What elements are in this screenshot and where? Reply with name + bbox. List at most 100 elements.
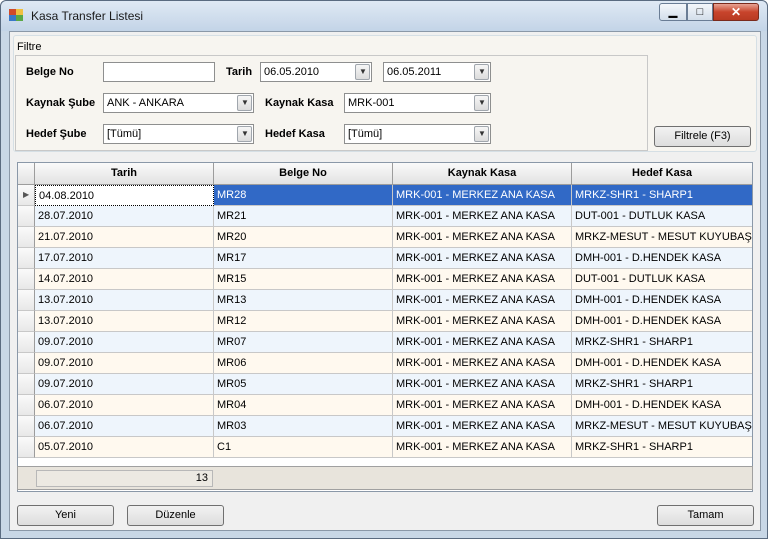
tarih-from-dropdown[interactable]: ▼ xyxy=(355,64,370,80)
column-header-kaynak-kasa[interactable]: Kaynak Kasa xyxy=(393,163,572,185)
table-cell[interactable]: MR07 xyxy=(214,332,393,353)
row-header[interactable] xyxy=(18,374,35,395)
tarih-to-picker[interactable]: 06.05.2011 ▼ xyxy=(383,62,491,82)
kaynak-kasa-dropdown[interactable]: ▼ xyxy=(474,95,489,111)
row-header[interactable] xyxy=(18,227,35,248)
table-cell[interactable]: MRK-001 - MERKEZ ANA KASA xyxy=(393,185,572,206)
column-header-hedef-kasa[interactable]: Hedef Kasa xyxy=(572,163,752,185)
table-row[interactable]: 13.07.2010 MR12 MRK-001 - MERKEZ ANA KASA D… xyxy=(18,311,752,332)
filtrele-button[interactable]: Filtrele (F3) xyxy=(654,126,751,147)
table-cell[interactable]: DMH-001 - D.HENDEK KASA xyxy=(572,353,752,374)
table-cell[interactable]: MRK-001 - MERKEZ ANA KASA xyxy=(393,374,572,395)
tamam-button[interactable]: Tamam xyxy=(657,505,754,526)
row-header[interactable] xyxy=(18,269,35,290)
row-header[interactable]: ▶ xyxy=(18,185,35,206)
table-row[interactable]: 05.07.2010 C1 MRK-001 - MERKEZ ANA KASA MRK… xyxy=(18,437,752,458)
table-cell[interactable]: MRKZ-SHR1 - SHARP1 xyxy=(572,185,752,206)
hedef-kasa-dropdown[interactable]: ▼ xyxy=(474,126,489,142)
maximize-button[interactable]: □ xyxy=(687,3,713,21)
column-header-belge-no[interactable]: Belge No xyxy=(214,163,393,185)
table-cell[interactable]: DMH-001 - D.HENDEK KASA xyxy=(572,395,752,416)
hedef-sube-dropdown[interactable]: ▼ xyxy=(237,126,252,142)
row-header[interactable] xyxy=(18,437,35,458)
yeni-button[interactable]: Yeni xyxy=(17,505,114,526)
table-cell[interactable]: MRKZ-SHR1 - SHARP1 xyxy=(572,332,752,353)
table-cell[interactable]: 17.07.2010 xyxy=(35,248,214,269)
table-cell[interactable]: MR03 xyxy=(214,416,393,437)
table-cell[interactable]: 14.07.2010 xyxy=(35,269,214,290)
table-row[interactable]: 28.07.2010 MR21 MRK-001 - MERKEZ ANA KASA D… xyxy=(18,206,752,227)
table-cell[interactable]: MRKZ-SHR1 - SHARP1 xyxy=(572,374,752,395)
table-cell[interactable]: MRK-001 - MERKEZ ANA KASA xyxy=(393,437,572,458)
close-button[interactable]: ✕ xyxy=(713,3,759,21)
table-cell[interactable]: MRK-001 - MERKEZ ANA KASA xyxy=(393,206,572,227)
table-row[interactable]: 14.07.2010 MR15 MRK-001 - MERKEZ ANA KASA D… xyxy=(18,269,752,290)
minimize-button[interactable]: ▁ xyxy=(659,3,687,21)
table-row[interactable]: 09.07.2010 MR06 MRK-001 - MERKEZ ANA KASA D… xyxy=(18,353,752,374)
table-cell[interactable]: DUT-001 - DUTLUK KASA xyxy=(572,269,752,290)
table-cell[interactable]: MR20 xyxy=(214,227,393,248)
table-cell[interactable]: MRK-001 - MERKEZ ANA KASA xyxy=(393,353,572,374)
column-header-tarih[interactable]: Tarih xyxy=(35,163,214,185)
row-header[interactable] xyxy=(18,416,35,437)
row-header[interactable] xyxy=(18,206,35,227)
table-cell[interactable]: MRK-001 - MERKEZ ANA KASA xyxy=(393,248,572,269)
table-row[interactable]: 21.07.2010 MR20 MRK-001 - MERKEZ ANA KASA M… xyxy=(18,227,752,248)
table-cell[interactable]: DMH-001 - D.HENDEK KASA xyxy=(572,248,752,269)
table-cell[interactable]: 09.07.2010 xyxy=(35,353,214,374)
table-row[interactable]: 06.07.2010 MR03 MRK-001 - MERKEZ ANA KASA M… xyxy=(18,416,752,437)
row-header[interactable] xyxy=(18,395,35,416)
table-cell[interactable]: MRK-001 - MERKEZ ANA KASA xyxy=(393,332,572,353)
table-cell[interactable]: MRK-001 - MERKEZ ANA KASA xyxy=(393,395,572,416)
duzenle-button[interactable]: Düzenle xyxy=(127,505,224,526)
belge-no-input[interactable] xyxy=(103,62,215,82)
table-cell[interactable]: 04.08.2010 xyxy=(35,185,214,206)
kaynak-kasa-select[interactable]: MRK-001 ▼ xyxy=(344,93,491,113)
tarih-from-picker[interactable]: 06.05.2010 ▼ xyxy=(260,62,372,82)
table-row[interactable]: 13.07.2010 MR13 MRK-001 - MERKEZ ANA KASA D… xyxy=(18,290,752,311)
table-row[interactable]: 09.07.2010 MR07 MRK-001 - MERKEZ ANA KASA M… xyxy=(18,332,752,353)
table-cell[interactable]: MRKZ-MESUT - MESUT KUYUBAŞI xyxy=(572,227,752,248)
table-cell[interactable]: MR12 xyxy=(214,311,393,332)
kaynak-sube-dropdown[interactable]: ▼ xyxy=(237,95,252,111)
table-row[interactable]: ▶ 04.08.2010 MR28 MRK-001 - MERKEZ ANA KASA… xyxy=(18,185,752,206)
row-header[interactable] xyxy=(18,332,35,353)
table-cell[interactable]: MRK-001 - MERKEZ ANA KASA xyxy=(393,269,572,290)
table-cell[interactable]: MR05 xyxy=(214,374,393,395)
table-cell[interactable]: 06.07.2010 xyxy=(35,416,214,437)
table-cell[interactable]: MR15 xyxy=(214,269,393,290)
table-cell[interactable]: 21.07.2010 xyxy=(35,227,214,248)
table-cell[interactable]: MR21 xyxy=(214,206,393,227)
table-cell[interactable]: MRK-001 - MERKEZ ANA KASA xyxy=(393,416,572,437)
tarih-to-dropdown[interactable]: ▼ xyxy=(474,64,489,80)
table-cell[interactable]: 06.07.2010 xyxy=(35,395,214,416)
row-header[interactable] xyxy=(18,248,35,269)
table-cell[interactable]: MR06 xyxy=(214,353,393,374)
table-cell[interactable]: 13.07.2010 xyxy=(35,290,214,311)
table-cell[interactable]: MR13 xyxy=(214,290,393,311)
table-cell[interactable]: DUT-001 - DUTLUK KASA xyxy=(572,206,752,227)
table-row[interactable]: 17.07.2010 MR17 MRK-001 - MERKEZ ANA KASA D… xyxy=(18,248,752,269)
table-cell[interactable]: 09.07.2010 xyxy=(35,374,214,395)
table-cell[interactable]: C1 xyxy=(214,437,393,458)
row-header[interactable] xyxy=(18,311,35,332)
table-cell[interactable]: 09.07.2010 xyxy=(35,332,214,353)
table-row[interactable]: 09.07.2010 MR05 MRK-001 - MERKEZ ANA KASA M… xyxy=(18,374,752,395)
table-cell[interactable]: MRK-001 - MERKEZ ANA KASA xyxy=(393,290,572,311)
table-cell[interactable]: MRKZ-MESUT - MESUT KUYUBAŞI xyxy=(572,416,752,437)
title-bar[interactable]: Kasa Transfer Listesi ▁ □ ✕ xyxy=(1,1,767,31)
table-cell[interactable]: MRKZ-SHR1 - SHARP1 xyxy=(572,437,752,458)
row-header[interactable] xyxy=(18,290,35,311)
table-cell[interactable]: MRK-001 - MERKEZ ANA KASA xyxy=(393,311,572,332)
table-cell[interactable]: MR04 xyxy=(214,395,393,416)
hedef-sube-select[interactable]: [Tümü] ▼ xyxy=(103,124,254,144)
hedef-kasa-select[interactable]: [Tümü] ▼ xyxy=(344,124,491,144)
table-cell[interactable]: MR17 xyxy=(214,248,393,269)
table-cell[interactable]: 13.07.2010 xyxy=(35,311,214,332)
table-row[interactable]: 06.07.2010 MR04 MRK-001 - MERKEZ ANA KASA D… xyxy=(18,395,752,416)
table-cell[interactable]: DMH-001 - D.HENDEK KASA xyxy=(572,311,752,332)
table-cell[interactable]: 05.07.2010 xyxy=(35,437,214,458)
table-cell[interactable]: MR28 xyxy=(214,185,393,206)
table-cell[interactable]: 28.07.2010 xyxy=(35,206,214,227)
table-cell[interactable]: DMH-001 - D.HENDEK KASA xyxy=(572,290,752,311)
